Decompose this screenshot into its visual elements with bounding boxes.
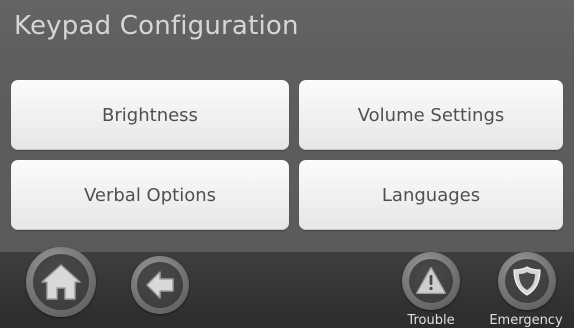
warning-triangle-icon: [416, 267, 446, 294]
volume-settings-button[interactable]: Volume Settings: [299, 80, 563, 150]
verbal-options-button-label: Verbal Options: [83, 184, 217, 206]
home-button-face: [33, 254, 89, 310]
home-button[interactable]: [26, 247, 96, 317]
languages-button[interactable]: Languages: [299, 160, 563, 230]
volume-settings-button-label: Volume Settings: [357, 104, 505, 126]
trouble-button[interactable]: [402, 252, 460, 310]
emergency-label: Emergency: [489, 313, 563, 328]
page-title: Keypad Configuration: [14, 11, 299, 41]
home-icon: [41, 264, 81, 300]
keypad-screen: Keypad Configuration Brightness Volume S…: [0, 0, 574, 328]
trouble-label: Trouble: [407, 313, 455, 328]
emergency-button-face: [505, 259, 549, 303]
brightness-button-label: Brightness: [102, 104, 198, 126]
languages-button-label: Languages: [381, 184, 481, 206]
back-arrow-icon: [146, 271, 174, 299]
shield-icon: [513, 266, 541, 296]
back-button[interactable]: [131, 256, 189, 314]
emergency-button[interactable]: [498, 252, 556, 310]
trouble-button-face: [409, 259, 453, 303]
brightness-button[interactable]: Brightness: [11, 80, 289, 150]
back-button-face: [137, 262, 183, 308]
verbal-options-button[interactable]: Verbal Options: [11, 160, 289, 230]
